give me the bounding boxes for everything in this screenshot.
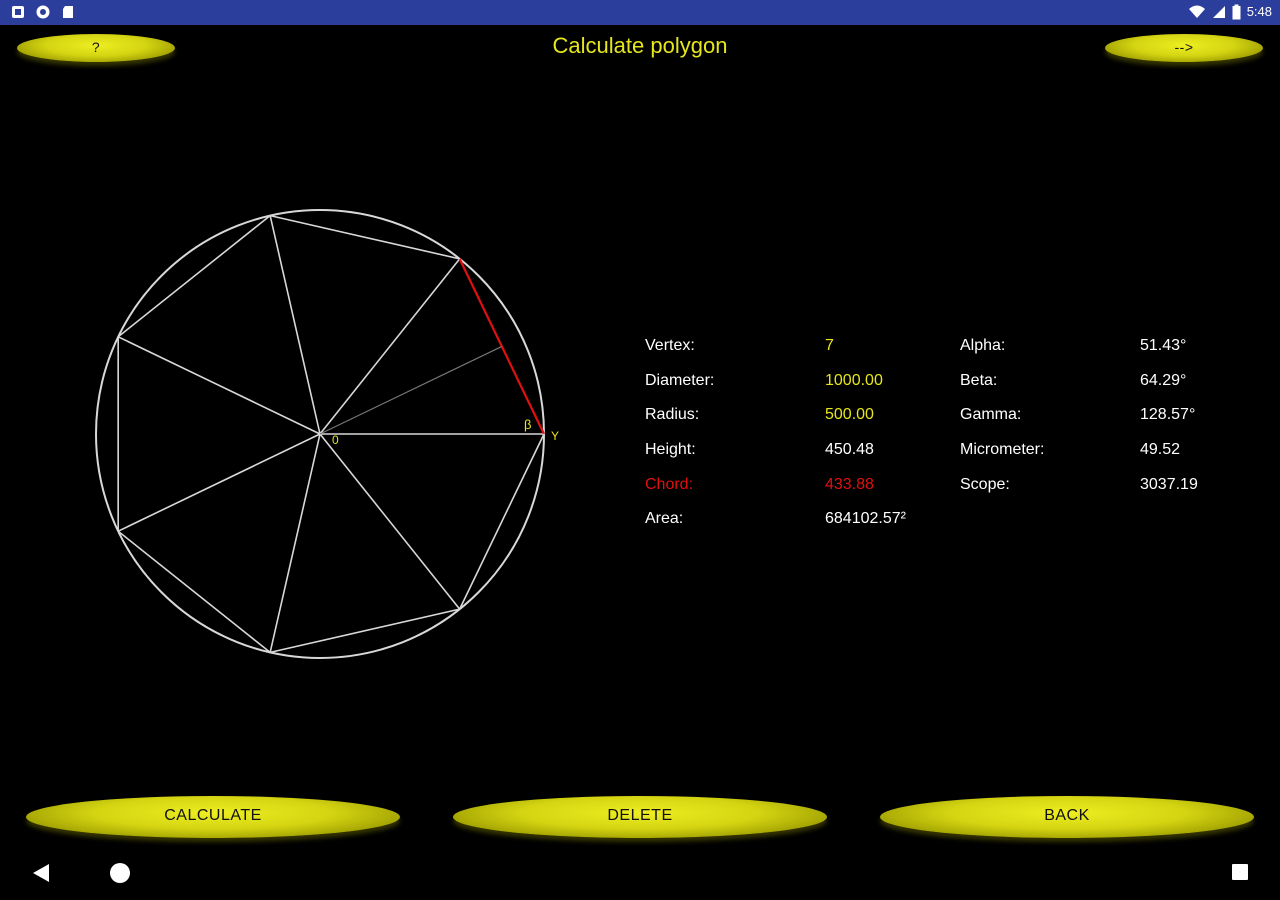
nav-back-icon[interactable] [32,863,50,883]
back-button[interactable]: BACK [880,796,1254,838]
radius-line [117,336,321,435]
status-right-icons: 5:48 [1188,3,1272,21]
height-value: 450.48 [825,441,874,458]
gamma-row-label: Gamma: [960,406,1022,423]
cell-signal-icon [1212,6,1225,18]
polygon-edge [269,608,460,654]
height-label: Height: [645,441,696,458]
beta-label: β [524,417,531,432]
nav-recents-icon[interactable] [1232,864,1248,880]
radius-line [319,258,461,435]
delete-button[interactable]: DELETE [453,796,827,838]
micrometer-label: Micrometer: [960,441,1045,458]
diameter-label: Diameter: [645,372,715,389]
diameter-value: 1000.00 [825,372,883,389]
wifi-icon [1188,5,1205,18]
gamma-label: Y [551,429,559,443]
height-line [319,345,503,435]
back-button-label: BACK [1044,807,1090,824]
delete-button-label: DELETE [607,807,673,824]
alpha-value: 51.43° [1140,337,1187,354]
center-label: 0 [332,433,339,447]
polygon-diagram: 0 β Y [95,209,559,659]
alpha-label: Alpha: [960,337,1006,354]
area-value: 684102.57² [825,510,906,527]
polygon-edge [458,433,545,610]
radius-label: Radius: [645,406,700,423]
vertex-label: Vertex: [645,337,695,354]
chord-value: 433.88 [825,476,874,493]
calculate-button[interactable]: CALCULATE [26,796,400,838]
beta-value: 64.29° [1140,372,1187,389]
area-label: Area: [645,510,684,527]
micrometer-value: 49.52 [1140,441,1181,458]
polygon-edge [269,214,460,260]
scope-value: 3037.19 [1140,476,1198,493]
scope-label: Scope: [960,476,1010,493]
calculate-button-label: CALCULATE [164,807,262,824]
beta-row-label: Beta: [960,372,998,389]
radius-line [269,433,321,653]
radius-value: 500.00 [825,406,874,423]
status-time: 5:48 [1246,4,1272,19]
radius-line [319,433,461,610]
chord-label: Chord: [645,476,694,493]
polygon-edge [117,214,271,338]
battery-icon [1232,4,1241,20]
nav-home-icon[interactable] [110,863,130,883]
polygon-lines [95,209,545,659]
next-button[interactable]: --> [1105,34,1263,62]
vertex-value: 7 [825,337,834,354]
next-button-label: --> [1174,39,1194,55]
gamma-value: 128.57° [1140,406,1196,423]
polygon-edge [117,530,271,654]
navigation-bar [0,850,1280,900]
radius-line [269,215,321,435]
radius-line [117,433,321,532]
